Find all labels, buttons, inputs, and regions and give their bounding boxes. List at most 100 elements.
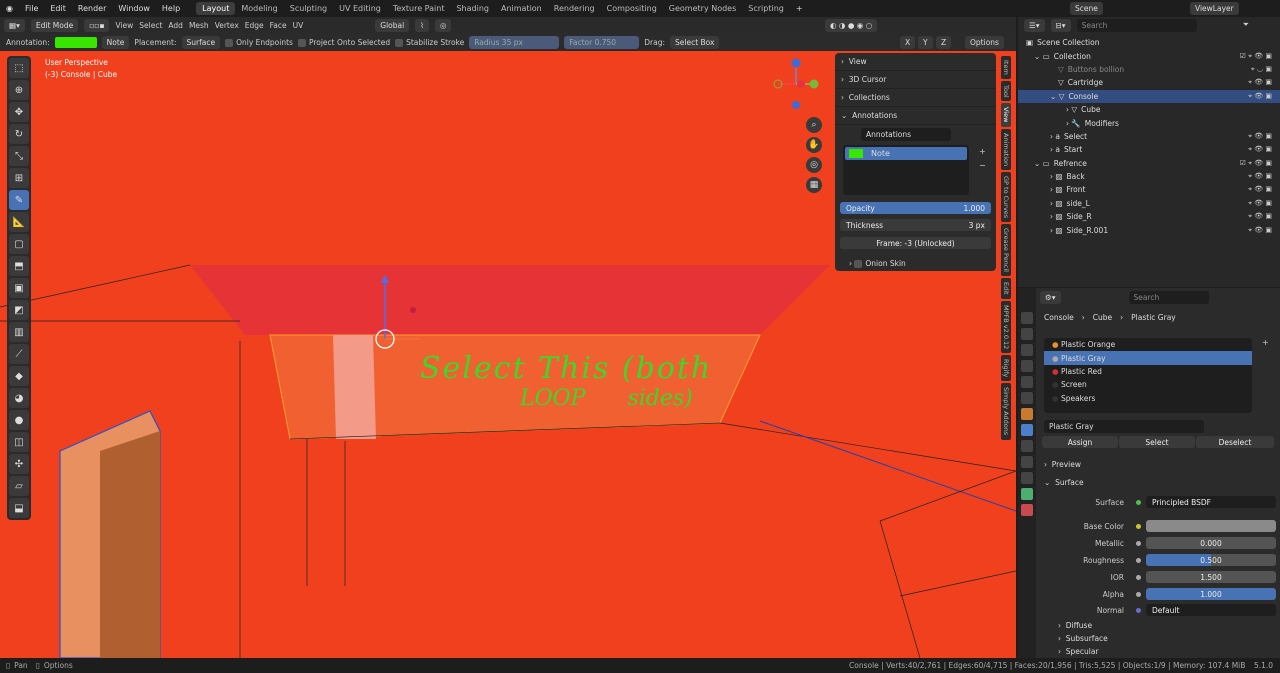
outliner-editor-type[interactable]: ☰▾ bbox=[1024, 18, 1045, 32]
select-mode-buttons[interactable]: ▫▫▪ bbox=[84, 19, 110, 32]
preview-panel-header[interactable]: › Preview bbox=[1044, 460, 1081, 469]
outliner-row-refrence[interactable]: ⌄ ▭ Refrence ☑ ⌖ 👁 ▣ bbox=[1018, 157, 1280, 170]
shrink-fatten-tool-icon[interactable]: ✣ bbox=[9, 454, 29, 474]
outliner-search[interactable]: Search bbox=[1076, 18, 1197, 32]
outliner-row-back[interactable]: › ▨ Back ⌖ 👁 ▣ bbox=[1018, 170, 1280, 183]
data-props-icon[interactable] bbox=[1021, 488, 1033, 500]
editor-type-button[interactable]: ▦▾ bbox=[4, 19, 25, 32]
menu-help[interactable]: Help bbox=[156, 4, 186, 13]
visibility-icons[interactable]: ⌖ 👁 ▣ bbox=[1248, 226, 1272, 235]
blender-logo-icon[interactable]: ◉ bbox=[0, 4, 19, 13]
menu-select[interactable]: Select bbox=[139, 21, 162, 30]
extrude-tool-icon[interactable]: ⬒ bbox=[9, 256, 29, 276]
zoom-icon[interactable]: ⌕ bbox=[806, 117, 822, 133]
tab-gp-to-curves[interactable]: GP to Curves bbox=[1001, 172, 1011, 223]
shear-tool-icon[interactable]: ▱ bbox=[9, 476, 29, 496]
outliner-row-scene-collection[interactable]: ▣ Scene Collection bbox=[1018, 36, 1280, 49]
menu-view[interactable]: View bbox=[115, 21, 133, 30]
tab-simply-addons[interactable]: Simply Addons bbox=[1001, 383, 1011, 440]
add-cube-tool-icon[interactable]: ▢ bbox=[9, 234, 29, 254]
onion-skin-toggle[interactable]: › Onion Skin bbox=[849, 259, 906, 268]
spin-tool-icon[interactable]: ◕ bbox=[9, 388, 29, 408]
outliner-row-side-r-001[interactable]: › ▨ Side_R.001 ⌖ 👁 ▣ bbox=[1018, 223, 1280, 236]
ior-field[interactable]: 1.500 bbox=[1146, 571, 1276, 583]
annotation-datablock[interactable]: Annotations bbox=[861, 128, 951, 141]
add-layer-icon[interactable]: + bbox=[979, 147, 986, 156]
section-collections[interactable]: › Collections bbox=[835, 89, 996, 107]
visibility-icons[interactable]: ⌖ 👁 ▣ bbox=[1248, 185, 1272, 194]
modifier-props-icon[interactable] bbox=[1021, 424, 1033, 436]
subsurface-panel-header[interactable]: › Subsurface bbox=[1058, 634, 1108, 643]
tab-sculpting[interactable]: Sculpting bbox=[284, 2, 333, 15]
world-props-icon[interactable] bbox=[1021, 392, 1033, 404]
menu-edge[interactable]: Edge bbox=[245, 21, 264, 30]
only-endpoints-checkbox[interactable]: Only Endpoints bbox=[225, 38, 293, 47]
properties-editor-type[interactable]: ⚙▾ bbox=[1040, 291, 1061, 304]
constraints-props-icon[interactable] bbox=[1021, 472, 1033, 484]
tab-animation-side[interactable]: Animation bbox=[1001, 128, 1011, 171]
tab-uv-editing[interactable]: UV Editing bbox=[333, 2, 387, 15]
annotation-color-swatch[interactable] bbox=[54, 37, 97, 48]
tab-layout[interactable]: Layout bbox=[196, 2, 236, 15]
drag-selector[interactable]: Select Box bbox=[670, 36, 720, 49]
roughness-field[interactable]: 0.500 bbox=[1146, 554, 1276, 566]
tab-mpfb[interactable]: MPFB v2.0.12 bbox=[1001, 300, 1011, 354]
outliner-row-side-l[interactable]: › ▨ side_L ⌖ 👁 ▣ bbox=[1018, 197, 1280, 210]
tab-tool[interactable]: Tool bbox=[1001, 80, 1011, 102]
measure-tool-icon[interactable]: 📐 bbox=[9, 212, 29, 232]
tab-view[interactable]: View bbox=[1001, 103, 1011, 127]
scale-tool-icon[interactable]: ⤡ bbox=[9, 146, 29, 166]
rip-tool-icon[interactable]: ⬓ bbox=[9, 498, 29, 518]
menu-render[interactable]: Render bbox=[72, 4, 112, 13]
visibility-icons[interactable]: ☑ ⌖ 👁 ▣ bbox=[1240, 159, 1272, 168]
tab-modeling[interactable]: Modeling bbox=[235, 2, 283, 15]
deselect-button[interactable]: Deselect bbox=[1196, 436, 1274, 448]
snap-icon[interactable]: ⌇ bbox=[415, 19, 429, 32]
outliner-row-front[interactable]: › ▨ Front ⌖ 👁 ▣ bbox=[1018, 183, 1280, 196]
outliner-row-side-r[interactable]: › ▨ Side_R ⌖ 👁 ▣ bbox=[1018, 210, 1280, 223]
scene-props-icon[interactable] bbox=[1021, 376, 1033, 388]
menu-file[interactable]: File bbox=[19, 4, 44, 13]
tab-scripting[interactable]: Scripting bbox=[742, 2, 790, 15]
material-slot-plastic-orange[interactable]: ● Plastic Orange bbox=[1044, 338, 1252, 351]
visibility-icons[interactable]: ⌖ 👁 ▣ bbox=[1248, 172, 1272, 181]
knife-tool-icon[interactable]: ⟋ bbox=[9, 344, 29, 364]
loop-cut-tool-icon[interactable]: ▥ bbox=[9, 322, 29, 342]
placement-selector[interactable]: Surface bbox=[181, 36, 221, 49]
layer-color-swatch[interactable] bbox=[849, 149, 863, 158]
menu-edit[interactable]: Edit bbox=[44, 4, 72, 13]
specular-panel-header[interactable]: › Specular bbox=[1058, 647, 1099, 656]
particles-props-icon[interactable] bbox=[1021, 440, 1033, 452]
options-button[interactable]: Options bbox=[965, 36, 1004, 49]
add-workspace-icon[interactable]: + bbox=[790, 4, 809, 13]
normal-field[interactable]: Default bbox=[1146, 604, 1276, 616]
visibility-icons[interactable]: ⌖ 👁 ▣ bbox=[1248, 212, 1272, 221]
outliner-row-buttons-bollion[interactable]: ▽ Buttons bollion ⌖ ◡ ▣ bbox=[1018, 63, 1280, 76]
select-box-tool-icon[interactable]: ⬚ bbox=[9, 58, 29, 78]
properties-search[interactable]: Search bbox=[1128, 291, 1209, 304]
outliner-row-cube[interactable]: › ▽ Cube bbox=[1018, 103, 1280, 116]
section-annotations[interactable]: ⌄ Annotations bbox=[835, 107, 996, 125]
assign-button[interactable]: Assign bbox=[1042, 436, 1118, 448]
visibility-icons[interactable]: ⌖ 👁 ▣ bbox=[1248, 132, 1272, 141]
factor-field[interactable]: Factor 0.750 bbox=[564, 36, 640, 49]
tab-grease-pencil[interactable]: Grease Pencil bbox=[1001, 224, 1011, 277]
visibility-icons[interactable]: ☑ ⌖ 👁 ▣ bbox=[1240, 52, 1272, 61]
outliner-row-console[interactable]: ⌄ ▽ Console ⌖ 👁 ▣ bbox=[1018, 89, 1280, 103]
metallic-field[interactable]: 0.000 bbox=[1146, 537, 1276, 549]
opacity-field[interactable]: Opacity 1.000 bbox=[840, 202, 991, 214]
tab-edit[interactable]: Edit bbox=[1001, 278, 1011, 299]
tab-texture-paint[interactable]: Texture Paint bbox=[387, 2, 451, 15]
tab-animation[interactable]: Animation bbox=[495, 2, 548, 15]
menu-uv[interactable]: UV bbox=[293, 21, 304, 30]
base-color-swatch[interactable] bbox=[1146, 520, 1276, 532]
menu-window[interactable]: Window bbox=[112, 4, 156, 13]
viewport-shading-icons[interactable]: ◐ ◑ ● ◉ ○ bbox=[825, 19, 878, 32]
ortho-toggle-icon[interactable]: ▦ bbox=[806, 177, 822, 193]
bevel-tool-icon[interactable]: ◩ bbox=[9, 300, 29, 320]
move-tool-icon[interactable]: ✥ bbox=[9, 102, 29, 122]
mirror-axis-x[interactable]: X bbox=[900, 36, 916, 49]
annotate-tool-icon[interactable]: ✎ bbox=[9, 190, 29, 210]
view-layer-selector[interactable]: ViewLayer bbox=[1190, 2, 1239, 15]
alpha-field[interactable]: 1.000 bbox=[1146, 588, 1276, 600]
